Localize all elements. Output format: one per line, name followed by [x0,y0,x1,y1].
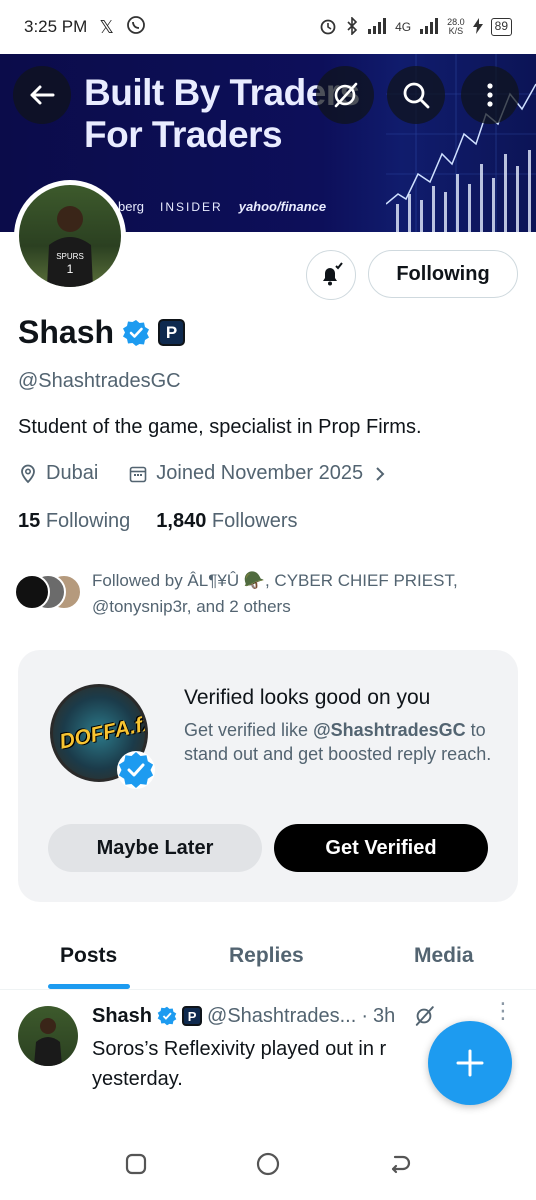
bluetooth-icon [345,15,359,38]
system-nav-bar [0,1128,536,1200]
calendar-icon [129,466,147,482]
status-bar: 3:25 PM 𝕏 4G 28.0 K/S 89 [0,0,536,54]
banner-logo-yahoo: yahoo/finance [238,199,327,214]
followed-by-avatars [14,574,84,612]
followers-count: 1,840 [156,510,207,532]
profile-name-row: Shash P [18,314,186,351]
back-nav-icon[interactable] [387,1151,413,1177]
follow-counts: 15 Following 1,840 Followers [18,510,298,533]
active-tab-indicator [48,984,130,989]
following-count: 15 [18,510,41,532]
network-type: 4G [395,20,412,34]
post-time: 3h [372,1004,396,1027]
doffa-logo-text: DOFFA.fx [57,711,148,754]
post-more-icon[interactable]: ⋮ [492,1000,514,1022]
post-author-handle: @Shashtrades... [207,1004,357,1027]
following-count-link[interactable]: 15 Following [18,510,130,533]
compose-post-button[interactable] [428,1021,512,1105]
profile-avatar[interactable]: SPURS 1 [14,180,126,292]
grok-icon[interactable] [412,1004,436,1028]
search-icon [403,82,430,109]
followed-by-text: Followed by ÂL¶¥Û 🪖, CYBER CHIEF PRIEST,… [92,571,458,616]
more-options-button[interactable] [461,66,519,124]
location-icon [21,464,35,483]
charging-icon [472,17,483,37]
profile-joined: Joined November 2025 [156,462,364,484]
tab-posts[interactable]: Posts [60,944,117,968]
bell-check-icon [323,262,343,286]
follower-avatar [14,574,50,610]
profile-handle: @ShashtradesGC [18,370,181,392]
profile-location: Dubai [46,462,99,484]
network-speed: 28.0 K/S [447,18,465,36]
post-separator: · [361,1004,368,1027]
banner-logo-insider: INSIDER [160,200,223,214]
post-text-line1: Soros’s Reflexivity played out in r [92,1038,387,1060]
x-app-icon: 𝕏 [99,17,114,37]
maybe-later-button[interactable]: Maybe Later [48,824,262,872]
search-button[interactable] [387,66,445,124]
affiliate-badge-icon: P [182,1006,203,1026]
tab-replies[interactable]: Replies [229,944,304,968]
verify-desc-prefix: Get verified like [184,720,314,740]
profile-meta: Dubai Joined November 2025 [18,462,389,485]
post-author-avatar[interactable] [18,1006,78,1066]
svg-text:1: 1 [67,262,74,276]
banner-logo-bloomberg: berg [118,199,145,214]
avatar-image: SPURS 1 [19,185,121,287]
grok-icon [334,82,358,108]
banner-logos: berg INSIDER yahoo/finance [118,199,326,214]
grok-button[interactable] [316,66,374,124]
post-author-name[interactable]: Shash [92,1005,152,1028]
profile-bio: Student of the game, specialist in Prop … [18,416,422,438]
followers-label: Followers [211,510,298,532]
svg-text:SPURS: SPURS [56,252,84,261]
banner-title-line2: For Traders [84,114,283,155]
profile-name: Shash [18,314,115,350]
verify-desc-handle: @ShashtradesGC [313,720,466,740]
profile-tabs: Posts Replies Media [0,930,536,990]
verified-badge-icon [157,1006,177,1026]
whatsapp-icon [126,15,146,40]
alarm-icon [319,17,337,38]
recents-icon[interactable] [123,1151,149,1177]
verification-prompt-card: DOFFA.fx Verified looks good on you Get … [18,650,518,902]
verified-badge-icon[interactable] [122,319,150,347]
back-button[interactable] [13,66,71,124]
verified-badge-icon [117,751,155,789]
notifications-button[interactable] [306,250,356,300]
status-time: 3:25 PM [24,17,88,36]
following-label: Following [45,510,131,532]
affiliate-badge-icon[interactable]: P [158,319,186,346]
verify-card-title: Verified looks good on you [184,686,431,709]
signal-icon [367,17,387,37]
signal-icon-2 [419,17,439,37]
following-button[interactable]: Following [368,250,518,298]
followers-count-link[interactable]: 1,840 Followers [156,510,297,533]
home-icon[interactable] [255,1151,281,1177]
chevron-right-icon[interactable] [371,465,389,483]
battery-level: 89 [490,18,512,36]
get-verified-button[interactable]: Get Verified [274,824,488,872]
speed-unit: K/S [448,26,464,36]
verify-card-description: Get verified like @ShashtradesGC to stan… [184,718,494,766]
plus-icon [456,1049,484,1077]
followed-by[interactable]: Followed by ÂL¶¥Û 🪖, CYBER CHIEF PRIEST,… [14,568,522,620]
more-vertical-icon [487,83,493,107]
post-header: Shash P @Shashtrades... · 3h [92,1004,436,1028]
tab-media[interactable]: Media [414,944,474,968]
arrow-left-icon [30,85,55,105]
